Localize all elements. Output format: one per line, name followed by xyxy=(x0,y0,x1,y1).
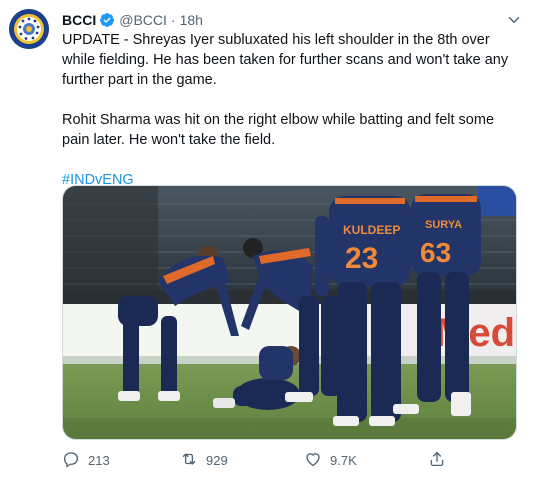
like-count: 9.7K xyxy=(330,452,357,468)
retweet-icon xyxy=(180,450,206,471)
author-handle[interactable]: @BCCI xyxy=(119,12,167,28)
tweet-photo[interactable]: Med KULDEEP 23 SURYA 63 xyxy=(62,185,517,440)
heart-icon xyxy=(304,450,330,471)
verified-badge-icon xyxy=(99,12,115,28)
retweet-button[interactable]: 929 xyxy=(180,448,228,472)
more-options-icon[interactable] xyxy=(500,8,528,32)
tweet-timestamp[interactable]: 18h xyxy=(180,12,203,28)
jersey-name-kuldeep: KULDEEP xyxy=(343,223,400,237)
share-icon xyxy=(428,450,454,471)
tweet[interactable]: BCCI @BCCI · 18h UPDATE - Shreyas Iyer s… xyxy=(0,0,550,485)
tweet-paragraph-2: Rohit Sharma was hit on the right elbow … xyxy=(62,112,495,148)
like-button[interactable]: 9.7K xyxy=(304,448,357,472)
share-button[interactable] xyxy=(428,448,454,472)
retweet-count: 929 xyxy=(206,452,228,468)
bcci-logo-avatar[interactable] xyxy=(9,9,49,49)
jersey-name-surya: SURYA xyxy=(425,219,462,231)
jersey-number-surya: 63 xyxy=(420,237,451,268)
tweet-actions: 213 929 9.7K xyxy=(62,448,462,472)
reply-count: 213 xyxy=(88,452,110,468)
tweet-paragraph-1: UPDATE - Shreyas Iyer subluxated his lef… xyxy=(62,32,509,88)
tweet-text: UPDATE - Shreyas Iyer subluxated his lef… xyxy=(62,30,522,210)
author-name[interactable]: BCCI xyxy=(62,12,96,28)
tweet-header: BCCI @BCCI · 18h xyxy=(62,10,203,30)
jersey-number-kuldeep: 23 xyxy=(345,242,378,275)
separator-dot: · xyxy=(170,12,176,28)
reply-button[interactable]: 213 xyxy=(62,448,110,472)
reply-icon xyxy=(62,450,88,471)
